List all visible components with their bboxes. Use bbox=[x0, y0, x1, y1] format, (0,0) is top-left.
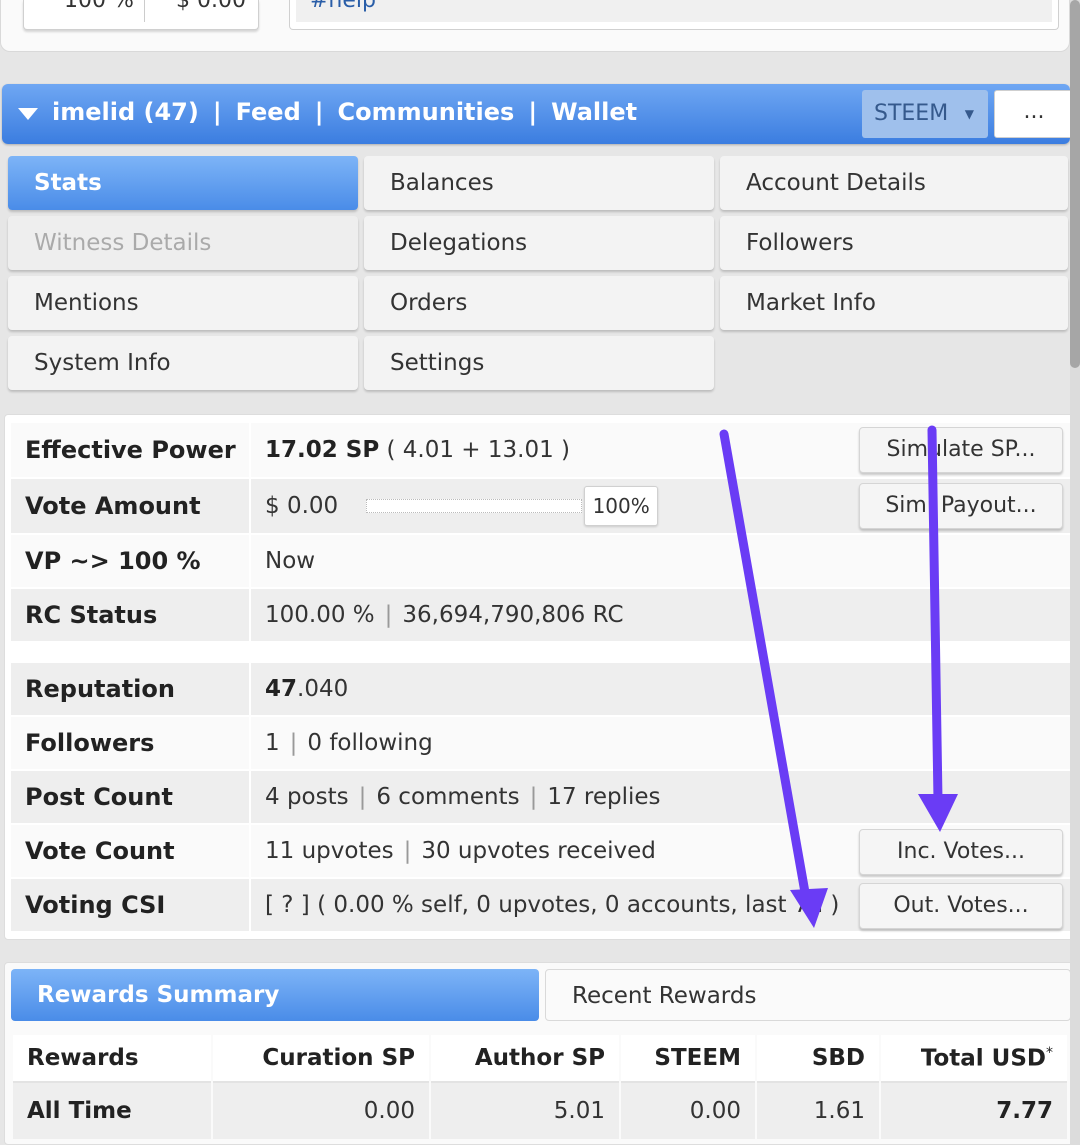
stat-value: 1 | 0 following bbox=[251, 717, 1071, 769]
caret-down-icon: ▼ bbox=[964, 107, 974, 121]
divider bbox=[144, 0, 145, 22]
reputation-int: 47 bbox=[265, 676, 298, 702]
total-usd-footnote-mark: * bbox=[1046, 1044, 1053, 1061]
rc-percent: 100.00 % bbox=[265, 602, 375, 628]
tab-settings[interactable]: Settings bbox=[364, 336, 714, 390]
stat-label: Post Count bbox=[11, 771, 249, 823]
stat-value: 4 posts | 6 comments | 17 replies bbox=[251, 771, 1071, 823]
more-button[interactable]: ... bbox=[994, 90, 1074, 138]
currency-value: STEEM bbox=[874, 101, 949, 126]
cell-total-usd: 7.77 bbox=[881, 1083, 1067, 1139]
effective-power-value: 17.02 SP bbox=[265, 437, 380, 463]
stat-row-rc: RC Status 100.00 % | 36,694,790,806 RC bbox=[11, 589, 1071, 641]
user-link[interactable]: imelid (47) bbox=[52, 98, 199, 126]
cell-steem: 0.00 bbox=[621, 1083, 755, 1139]
row-label: All Time bbox=[13, 1083, 211, 1139]
col-rewards: Rewards bbox=[13, 1035, 211, 1083]
replies-count: 17 replies bbox=[547, 784, 661, 810]
vote-weight-slider[interactable] bbox=[366, 499, 583, 513]
stat-label: Reputation bbox=[11, 663, 249, 715]
tags-box: #help bbox=[289, 0, 1059, 30]
posts-count: 4 posts bbox=[265, 784, 349, 810]
nav-communities[interactable]: Communities bbox=[338, 98, 515, 126]
table-row: All Time 0.00 5.01 0.00 1.61 7.77 bbox=[13, 1083, 1067, 1139]
cell-curation-sp: 0.00 bbox=[213, 1083, 429, 1139]
power-summary-box: 100 % $ 0.00 bbox=[23, 0, 259, 30]
reputation-dec: .040 bbox=[297, 676, 349, 702]
col-sbd: SBD bbox=[757, 1035, 879, 1083]
rc-amount: 36,694,790,806 RC bbox=[402, 602, 624, 628]
sim-payout-button[interactable]: Sim. Payout... bbox=[859, 483, 1063, 529]
table-header-row: Rewards Curation SP Author SP STEEM SBD … bbox=[13, 1035, 1067, 1083]
col-author-sp: Author SP bbox=[431, 1035, 619, 1083]
cell-author-sp: 5.01 bbox=[431, 1083, 619, 1139]
cell-sbd: 1.61 bbox=[757, 1083, 879, 1139]
help-link[interactable]: #help bbox=[310, 0, 376, 13]
tab-recent-rewards[interactable]: Recent Rewards bbox=[545, 969, 1071, 1021]
tab-balances[interactable]: Balances bbox=[364, 156, 714, 210]
tab-followers[interactable]: Followers bbox=[720, 216, 1068, 270]
upvotes-count: 11 upvotes bbox=[265, 838, 394, 864]
header-nav: imelid (47) | Feed | Communities | Wallet bbox=[52, 98, 638, 126]
effective-power-detail: ( 4.01 + 13.01 ) bbox=[386, 437, 571, 463]
tab-stats[interactable]: Stats bbox=[8, 156, 358, 210]
stat-label: Followers bbox=[11, 717, 249, 769]
stat-row-vp: VP ~> 100 % Now bbox=[11, 535, 1071, 587]
followers-count: 1 bbox=[265, 730, 280, 756]
nav-wallet[interactable]: Wallet bbox=[551, 98, 637, 126]
tab-witness-details[interactable]: Witness Details bbox=[8, 216, 358, 270]
stat-value: 100.00 % | 36,694,790,806 RC bbox=[251, 589, 1071, 641]
tags-inner bbox=[296, 0, 1052, 22]
top-panel: 100 % $ 0.00 #help bbox=[0, 0, 1070, 52]
following-count: 0 following bbox=[307, 730, 433, 756]
tab-delegations[interactable]: Delegations bbox=[364, 216, 714, 270]
scrollbar-thumb[interactable] bbox=[1070, 0, 1080, 368]
stats-panel: Effective Power 17.02 SP ( 4.01 + 13.01 … bbox=[4, 414, 1076, 940]
power-percent: 100 % bbox=[64, 0, 134, 13]
vote-amount-value: $ 0.00 bbox=[265, 493, 339, 519]
inc-votes-button[interactable]: Inc. Votes... bbox=[859, 829, 1063, 875]
currency-select[interactable]: STEEM ▼ bbox=[862, 90, 988, 138]
total-usd-label: Total USD bbox=[920, 1045, 1046, 1072]
vote-weight-percent[interactable]: 100% bbox=[584, 486, 659, 526]
tab-orders[interactable]: Orders bbox=[364, 276, 714, 330]
rewards-table: Rewards Curation SP Author SP STEEM SBD … bbox=[11, 1035, 1069, 1139]
stat-label: VP ~> 100 % bbox=[11, 535, 249, 587]
stat-row-followers: Followers 1 | 0 following bbox=[11, 717, 1071, 769]
power-value: $ 0.00 bbox=[176, 0, 246, 13]
stat-label: Voting CSI bbox=[11, 879, 249, 931]
stat-value: Now bbox=[251, 535, 1071, 587]
rewards-panel: Rewards Summary Recent Rewards Rewards C… bbox=[4, 962, 1076, 1145]
collapse-triangle-icon[interactable] bbox=[18, 108, 38, 120]
stat-label: Effective Power bbox=[11, 423, 249, 477]
tab-market-info[interactable]: Market Info bbox=[720, 276, 1068, 330]
out-votes-button[interactable]: Out. Votes... bbox=[859, 883, 1063, 929]
col-steem: STEEM bbox=[621, 1035, 755, 1083]
tab-rewards-summary[interactable]: Rewards Summary bbox=[11, 969, 539, 1021]
col-total-usd: Total USD* bbox=[881, 1035, 1067, 1083]
upvotes-received: 30 upvotes received bbox=[421, 838, 656, 864]
stat-value: 47.040 bbox=[251, 663, 1071, 715]
comments-count: 6 comments bbox=[376, 784, 520, 810]
tab-system-info[interactable]: System Info bbox=[8, 336, 358, 390]
nav-feed[interactable]: Feed bbox=[236, 98, 301, 126]
stat-label: RC Status bbox=[11, 589, 249, 641]
stat-spacer bbox=[11, 645, 1071, 661]
section-menu: Stats Balances Account Details Witness D… bbox=[0, 150, 1070, 408]
stat-label: Vote Amount bbox=[11, 479, 249, 533]
stat-row-post-count: Post Count 4 posts | 6 comments | 17 replies bbox=[11, 771, 1071, 823]
tab-account-details[interactable]: Account Details bbox=[720, 156, 1068, 210]
tab-mentions[interactable]: Mentions bbox=[8, 276, 358, 330]
stat-label: Vote Count bbox=[11, 825, 249, 877]
stat-row-reputation: Reputation 47.040 bbox=[11, 663, 1071, 715]
simulate-sp-button[interactable]: Simulate SP... bbox=[859, 427, 1063, 473]
account-header-bar: imelid (47) | Feed | Communities | Wallet STEE… bbox=[2, 84, 1074, 144]
col-curation-sp: Curation SP bbox=[213, 1035, 429, 1083]
